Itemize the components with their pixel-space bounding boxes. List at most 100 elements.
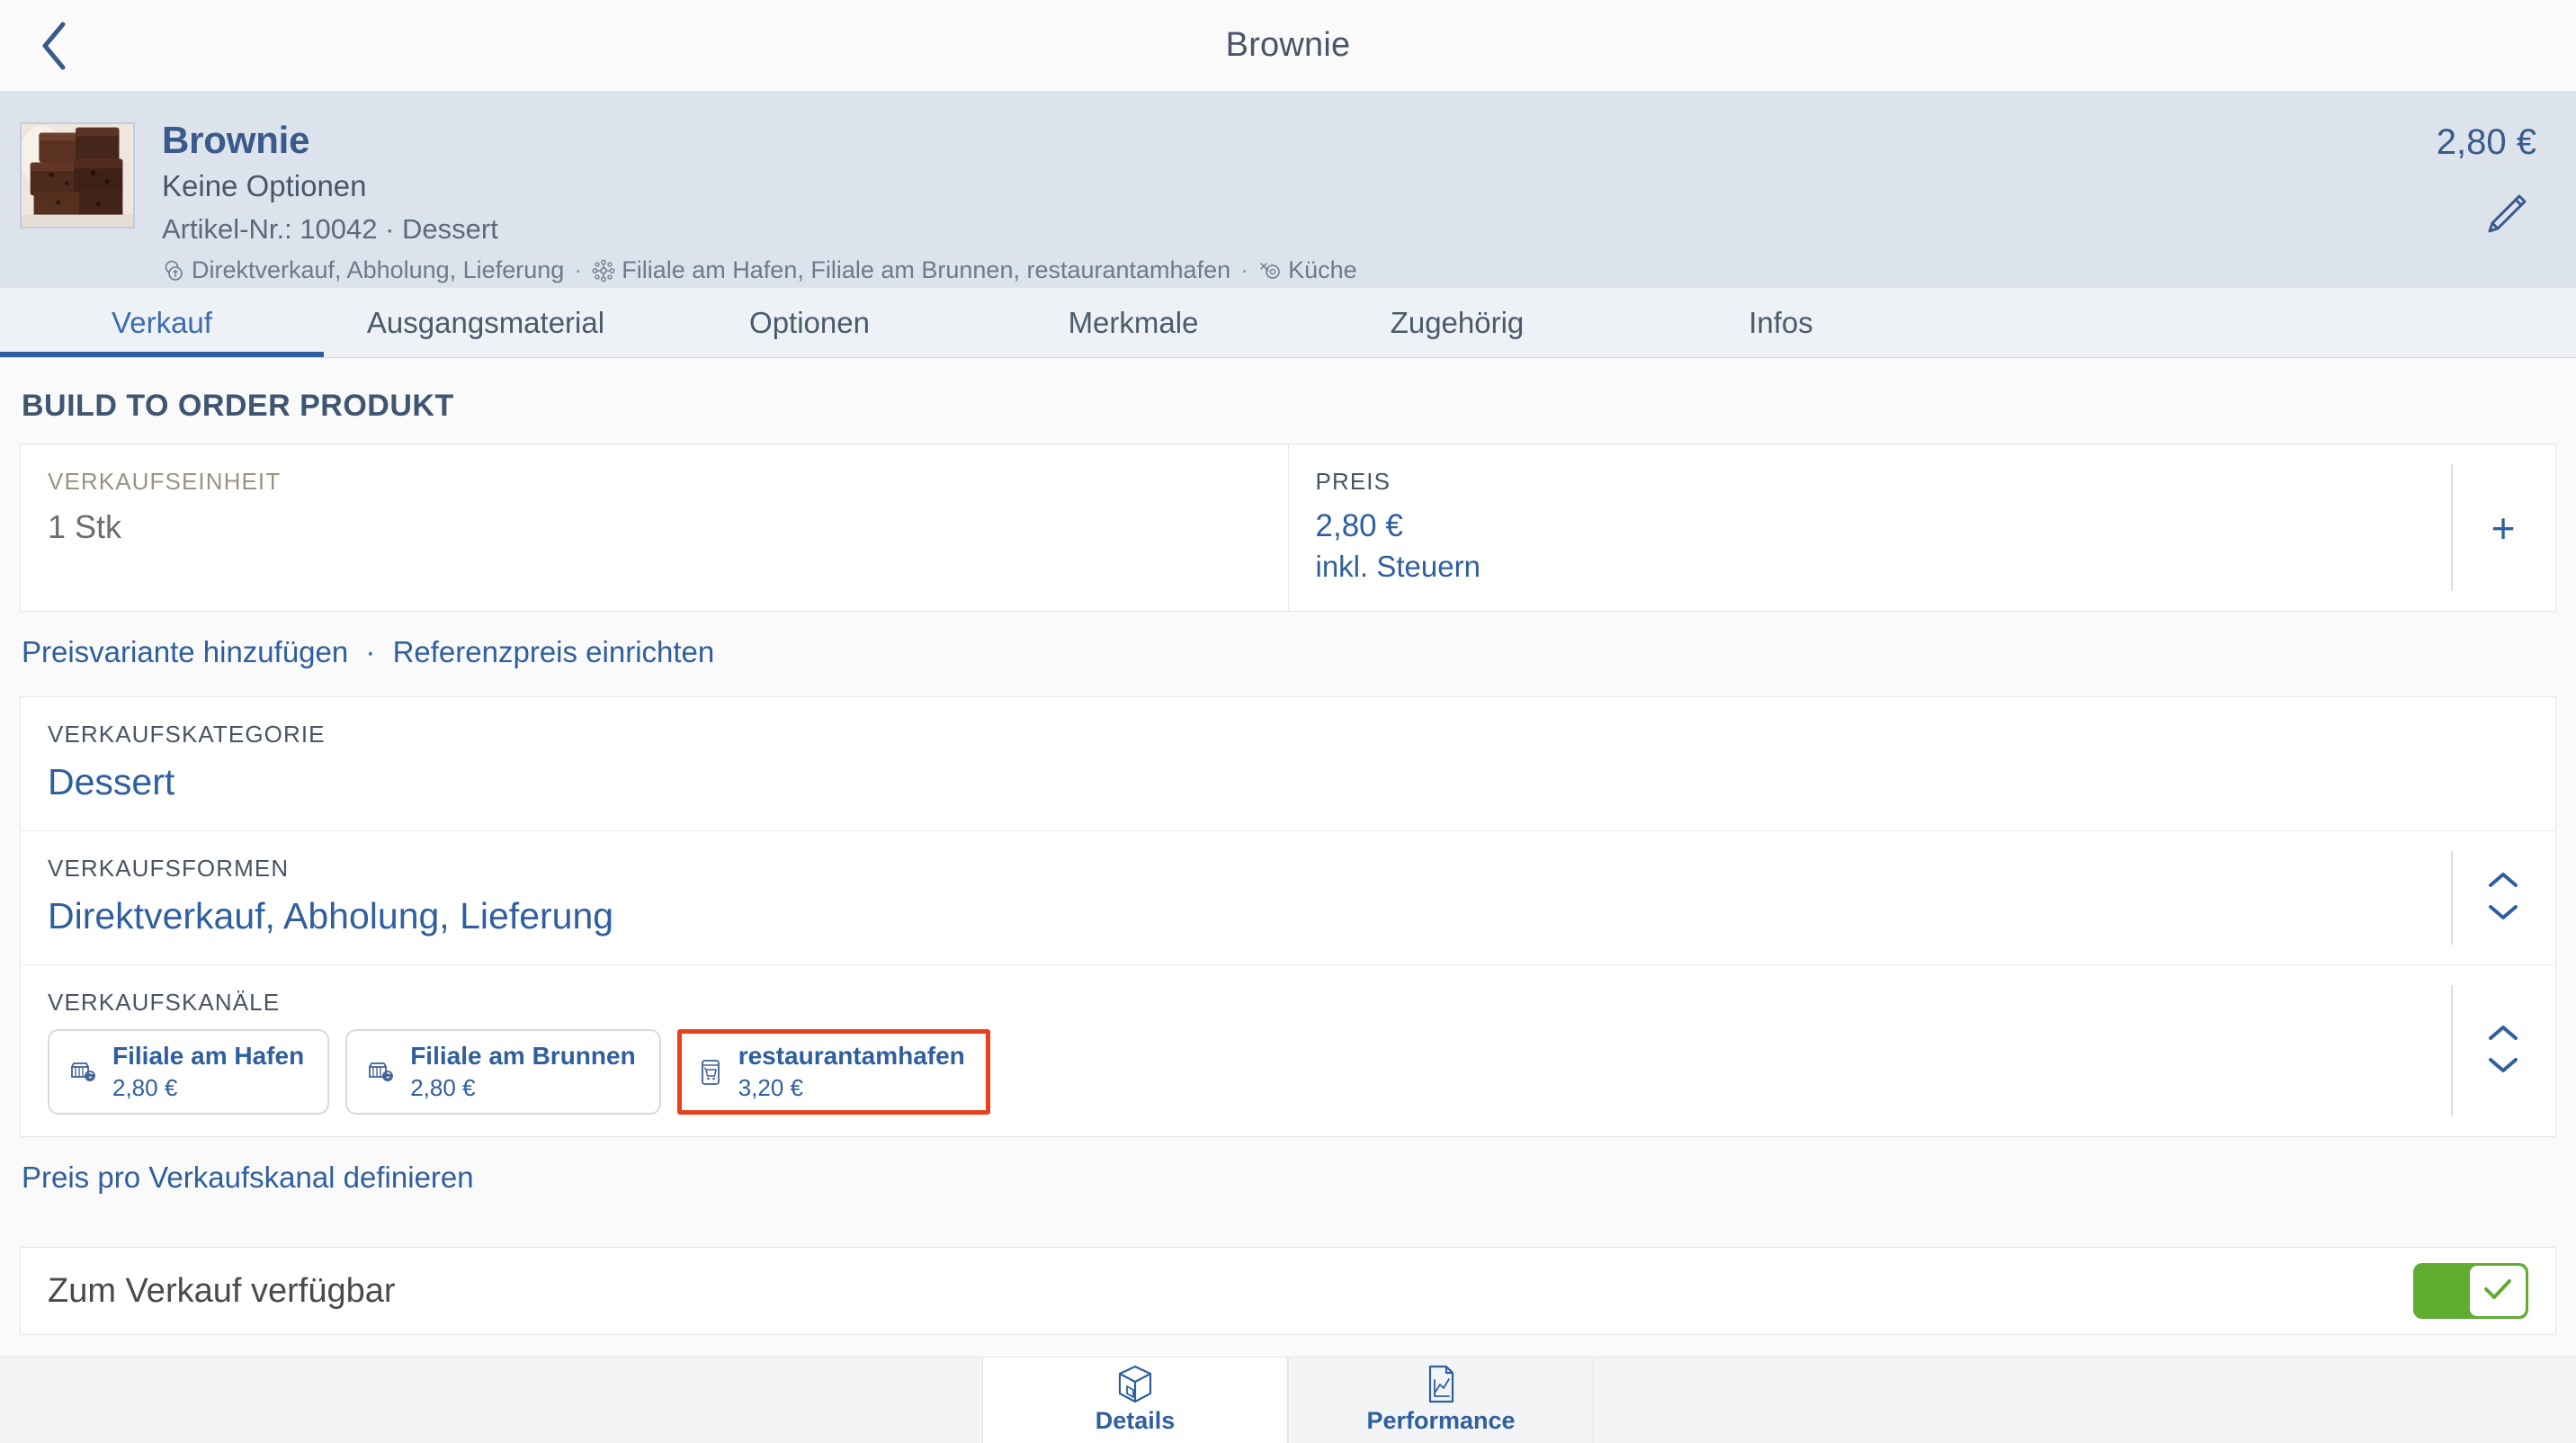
tab-label: Ausgangsmaterial xyxy=(366,305,605,339)
sales-forms-label: VERKAUFSFORMEN xyxy=(48,855,290,882)
pencil-icon xyxy=(2480,189,2532,246)
product-production-place: Küche xyxy=(1288,255,1357,283)
toggle-knob xyxy=(2470,1266,2526,1316)
stepper-group xyxy=(2488,1024,2518,1079)
tab-merkmale[interactable]: Merkmale xyxy=(971,288,1295,357)
product-thumbnail xyxy=(20,122,135,229)
price-cell: PREIS 2,80 € inkl. Steuern + xyxy=(1289,444,2556,611)
price-field[interactable]: PREIS 2,80 € inkl. Steuern xyxy=(1289,444,2452,611)
setup-reference-price-link[interactable]: Referenzpreis einrichten xyxy=(393,635,715,668)
tab-label: Optionen xyxy=(749,305,870,339)
chevron-down-icon[interactable] xyxy=(2488,904,2518,926)
tab-label: Infos xyxy=(1749,305,1813,339)
page-title: Brownie xyxy=(1225,26,1351,64)
channel-price: 3,20 € xyxy=(738,1074,803,1101)
product-header: Brownie Keine Optionen Artikel-Nr.: 1004… xyxy=(0,92,2576,288)
sales-category-label: VERKAUFSKATEGORIE xyxy=(48,721,326,748)
chevron-up-icon[interactable] xyxy=(2488,871,2518,892)
chevron-up-icon[interactable] xyxy=(2488,1024,2518,1045)
sales-channels-row: VERKAUFSKANÄLE Filiale am Hafen 2,80 € F… xyxy=(21,965,2555,1136)
bottom-tab-label: Performance xyxy=(1366,1407,1516,1434)
channel-price: 2,80 € xyxy=(112,1074,178,1101)
sales-channels-stepper[interactable] xyxy=(2451,965,2555,1136)
sales-category-field: VERKAUFSKATEGORIE Dessert xyxy=(21,697,2555,830)
tab-zugehoerig[interactable]: Zugehörig xyxy=(1295,288,1619,357)
product-header-price: 2,80 € xyxy=(2436,122,2536,162)
channel-chip-filiale-am-brunnen[interactable]: Filiale am Brunnen 2,80 € xyxy=(345,1029,661,1115)
price-label: PREIS xyxy=(1315,468,1391,495)
tab-verkauf[interactable]: Verkauf xyxy=(0,288,324,357)
check-icon xyxy=(2480,1274,2516,1309)
tab-ausgangsmaterial[interactable]: Ausgangsmaterial xyxy=(324,288,648,357)
bottom-tab-bar: Details Performance xyxy=(0,1357,2576,1443)
bottom-tab-details[interactable]: Details xyxy=(982,1358,1288,1443)
product-article-number: Artikel-Nr.: 10042 · Dessert xyxy=(162,212,498,245)
price-value: 2,80 € xyxy=(1315,508,1403,543)
sales-category-row[interactable]: VERKAUFSKATEGORIE Dessert xyxy=(21,697,2555,831)
availability-card: Zum Verkauf verfügbar xyxy=(20,1247,2556,1335)
back-button[interactable] xyxy=(20,12,88,80)
channel-name: Filiale am Hafen xyxy=(112,1042,305,1070)
price-links-row: Preisvariante hinzufügen · Referenzpreis… xyxy=(20,612,2556,696)
channel-name: Filiale am Brunnen xyxy=(410,1042,636,1070)
online-shop-icon xyxy=(697,1057,724,1088)
section-title: BUILD TO ORDER PRODUKT xyxy=(22,389,454,423)
chart-document-icon xyxy=(1423,1365,1459,1405)
add-price-button[interactable]: + xyxy=(2451,444,2555,611)
sales-channels-label: VERKAUFSKANÄLE xyxy=(48,989,281,1016)
sales-forms-field: VERKAUFSFORMEN Direktverkauf, Abholung, … xyxy=(21,831,2451,964)
chevron-left-icon xyxy=(39,21,69,71)
app-screen: Brownie Brownie Keine Optionen Artikel-N… xyxy=(0,0,2576,1443)
bottom-tab-performance[interactable]: Performance xyxy=(1288,1358,1594,1443)
chevron-down-icon[interactable] xyxy=(2488,1057,2518,1079)
product-name: Brownie xyxy=(162,119,310,161)
sales-channel-chips: Filiale am Hafen 2,80 € Filiale am Brunn… xyxy=(48,1029,2424,1115)
top-navigation-bar: Brownie xyxy=(0,0,2576,92)
product-info: Brownie Keine Optionen Artikel-Nr.: 1004… xyxy=(135,113,2267,284)
main-content: BUILD TO ORDER PRODUKT VERKAUFSEINHEIT 1… xyxy=(0,358,2576,1357)
availability-label: Zum Verkauf verfügbar xyxy=(48,1271,396,1310)
store-pin-icon xyxy=(67,1057,98,1088)
sales-category-value: Dessert xyxy=(48,761,175,802)
channel-chip-restaurantamhafen[interactable]: restaurantamhafen 3,20 € xyxy=(676,1029,990,1115)
tab-optionen[interactable]: Optionen xyxy=(648,288,971,357)
price-tax-note: inkl. Steuern xyxy=(1315,550,1480,583)
tag-separator-2: · xyxy=(1240,255,1249,283)
availability-toggle[interactable] xyxy=(2413,1263,2528,1319)
tab-label: Merkmale xyxy=(1068,305,1199,339)
sales-forms-value: Direktverkauf, Abholung, Lieferung xyxy=(48,895,614,937)
product-tags-line: Direktverkauf, Abholung, Lieferung · Fil… xyxy=(162,255,2267,284)
add-price-variant-link[interactable]: Preisvariante hinzufügen xyxy=(22,635,348,668)
kitchen-pin-icon xyxy=(1258,259,1282,282)
define-price-per-channel-link[interactable]: Preis pro Verkaufskanal definieren xyxy=(22,1161,474,1194)
tab-label: Zugehörig xyxy=(1390,305,1525,339)
sales-unit-field: VERKAUFSEINHEIT 1 Stk xyxy=(21,444,1288,573)
store-pin-icon xyxy=(365,1057,396,1088)
plus-icon: + xyxy=(2491,504,2516,551)
unit-price-card: VERKAUFSEINHEIT 1 Stk PREIS 2,80 € inkl.… xyxy=(20,444,2556,612)
sales-unit-label: VERKAUFSEINHEIT xyxy=(48,468,282,495)
tab-label: Verkauf xyxy=(112,305,212,339)
edit-button[interactable] xyxy=(2477,188,2535,246)
stepper-group xyxy=(2488,871,2518,926)
tab-infos[interactable]: Infos xyxy=(1619,288,1943,357)
sales-channels-field: VERKAUFSKANÄLE Filiale am Hafen 2,80 € F… xyxy=(21,965,2451,1136)
channel-name: restaurantamhafen xyxy=(738,1042,965,1070)
network-icon xyxy=(592,259,615,282)
product-sales-forms: Direktverkauf, Abholung, Lieferung xyxy=(192,255,565,283)
bottom-tab-group: Details Performance xyxy=(982,1358,1594,1443)
tab-bar: Verkauf Ausgangsmaterial Optionen Merkma… xyxy=(0,288,2576,358)
sales-unit-cell[interactable]: VERKAUFSEINHEIT 1 Stk xyxy=(21,444,1289,611)
sales-settings-card: VERKAUFSKATEGORIE Dessert VERKAUFSFORMEN… xyxy=(20,696,2556,1137)
sales-unit-value: 1 Stk xyxy=(48,508,122,545)
coins-icon xyxy=(162,259,185,282)
box-icon xyxy=(1115,1365,1155,1405)
bottom-tab-label: Details xyxy=(1095,1407,1176,1434)
chip-text: Filiale am Hafen 2,80 € xyxy=(112,1042,304,1102)
sales-forms-row[interactable]: VERKAUFSFORMEN Direktverkauf, Abholung, … xyxy=(21,831,2555,965)
brownie-photo xyxy=(22,124,133,227)
sales-forms-stepper[interactable] xyxy=(2451,831,2555,964)
chip-text: Filiale am Brunnen 2,80 € xyxy=(410,1042,636,1102)
tag-separator-1: · xyxy=(574,255,583,283)
channel-chip-filiale-am-hafen[interactable]: Filiale am Hafen 2,80 € xyxy=(48,1029,330,1115)
